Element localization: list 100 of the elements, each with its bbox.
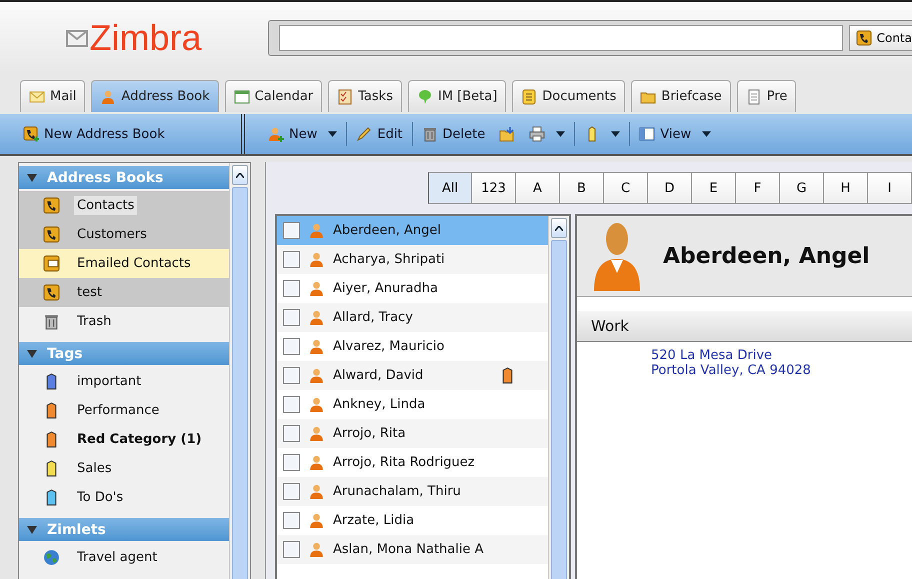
scrollbar[interactable] — [548, 216, 569, 579]
checkbox[interactable] — [283, 251, 300, 268]
notepad-icon — [521, 88, 538, 104]
person-icon — [308, 338, 325, 355]
app-tab[interactable]: Briefcase — [631, 80, 731, 112]
contact-row[interactable]: Aberdeen, Angel — [277, 216, 548, 245]
contact-name: Acharya, Shripati — [333, 252, 445, 267]
letter-filter-button[interactable]: All — [428, 172, 472, 204]
new-address-book-button[interactable]: New Address Book — [18, 123, 170, 145]
trash-icon — [422, 126, 438, 142]
letter-filter-button[interactable]: I — [868, 172, 912, 204]
contact-row[interactable]: Acharya, Shripati — [277, 245, 548, 274]
document-icon — [746, 88, 762, 104]
dropdown-caret-icon — [556, 131, 566, 137]
sidebar-item[interactable]: Trash — [74, 312, 114, 331]
letter-filter-button[interactable]: E — [692, 172, 736, 204]
printer-icon — [529, 126, 546, 142]
globe-icon — [43, 549, 60, 566]
checkbox[interactable] — [283, 512, 300, 529]
letter-filter-button[interactable]: F — [736, 172, 780, 204]
checkbox[interactable] — [283, 222, 300, 239]
envelope-icon — [29, 88, 45, 104]
up-chevron-icon — [236, 172, 244, 178]
contact-name: Alvarez, Mauricio — [333, 339, 444, 354]
sidebar-item[interactable]: Performance — [74, 401, 162, 420]
checkbox[interactable] — [283, 280, 300, 297]
checkbox[interactable] — [283, 396, 300, 413]
person-icon — [308, 454, 325, 471]
person-icon — [100, 88, 116, 104]
contact-name: Alward, David — [333, 368, 424, 383]
address-book-icon — [856, 30, 872, 46]
contact-name: Aberdeen, Angel — [333, 223, 442, 238]
letter-filter-button[interactable]: A — [516, 172, 560, 204]
sidebar-item[interactable]: Sales — [74, 459, 115, 478]
add-person-icon — [268, 126, 284, 142]
dropdown-caret-icon — [611, 131, 620, 137]
letter-filter-button[interactable]: C — [604, 172, 648, 204]
folder-arrow-icon — [499, 126, 516, 142]
dropdown-caret-icon — [328, 131, 338, 137]
app-tab[interactable]: Tasks — [328, 80, 402, 112]
address-book-icon — [43, 255, 60, 272]
toolbar-button[interactable]: Delete — [416, 123, 490, 145]
sidebar-item[interactable]: test — [74, 283, 105, 302]
scrollbar[interactable] — [229, 163, 250, 579]
toolbar-button[interactable]: New — [263, 123, 342, 145]
contact-name: Aslan, Mona Nathalie A — [333, 542, 484, 557]
person-icon — [308, 512, 325, 529]
checklist-icon — [337, 88, 354, 104]
contact-row[interactable]: Allard, Tracy — [277, 303, 548, 332]
app-tab[interactable]: Documents — [512, 80, 626, 112]
sidebar-item[interactable]: Contacts — [74, 196, 138, 215]
speech-bubble-icon — [416, 88, 433, 104]
toolbar-button[interactable]: View — [634, 123, 716, 145]
checkbox[interactable] — [283, 425, 300, 442]
checkbox[interactable] — [283, 541, 300, 558]
checkbox[interactable] — [283, 309, 300, 326]
checkbox[interactable] — [283, 367, 300, 384]
contact-name: Ankney, Linda — [333, 397, 426, 412]
sidebar-item[interactable]: Travel agent — [74, 548, 160, 567]
search-scope-button[interactable]: Conta — [848, 25, 912, 51]
app-tab[interactable]: Pre — [736, 80, 796, 112]
contact-name: Arzate, Lidia — [333, 513, 414, 528]
collapse-triangle-icon — [27, 524, 37, 534]
logo: Zimbra — [89, 17, 202, 59]
app-tab[interactable]: IM [Beta] — [408, 80, 506, 112]
person-icon — [308, 367, 325, 384]
contact-name: Allard, Tracy — [333, 310, 413, 325]
address-book-icon — [43, 284, 60, 301]
dropdown-caret-icon — [702, 131, 712, 137]
contact-name: Aiyer, Anuradha — [333, 281, 438, 296]
section-heading: Work — [577, 311, 912, 342]
scroll-up-button[interactable] — [232, 165, 248, 185]
search-field[interactable] — [279, 25, 843, 51]
collapse-triangle-icon — [27, 348, 37, 358]
checkbox[interactable] — [283, 338, 300, 355]
contact-row[interactable]: Aslan, Mona Nathalie A — [277, 535, 548, 564]
letter-filter-button[interactable]: H — [824, 172, 868, 204]
person-icon — [308, 309, 325, 326]
app-tab[interactable]: Mail — [20, 80, 86, 112]
app-tab[interactable]: Calendar — [224, 80, 322, 112]
checkbox[interactable] — [283, 454, 300, 471]
letter-filter-button[interactable]: D — [648, 172, 692, 204]
calendar-icon — [234, 88, 250, 104]
envelope-logo-icon — [66, 27, 88, 49]
person-icon — [308, 222, 325, 239]
letter-filter-button[interactable]: B — [560, 172, 604, 204]
checkbox[interactable] — [283, 483, 300, 500]
sidebar-item[interactable]: Red Category (1) — [74, 430, 205, 449]
letter-filter-button[interactable]: G — [780, 172, 824, 204]
contact-row[interactable]: Alward, David — [277, 361, 548, 390]
contact-row[interactable]: Arrojo, Rita — [277, 419, 548, 448]
toolbar-button[interactable]: Edit — [351, 123, 408, 145]
sidebar-item[interactable]: important — [74, 372, 144, 391]
sidebar-item[interactable]: To Do's — [74, 488, 126, 507]
collapse-triangle-icon — [27, 172, 37, 182]
pencil-icon — [356, 126, 372, 142]
contact-row[interactable]: Arunachalam, Thiru — [277, 477, 548, 506]
scroll-up-button[interactable] — [551, 218, 567, 238]
letter-filter-button[interactable]: 123 — [472, 172, 516, 204]
app-tab[interactable]: Address Book — [91, 80, 219, 112]
